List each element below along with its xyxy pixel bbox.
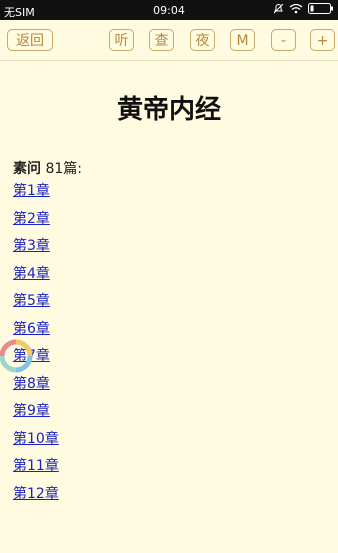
menu-button[interactable]: M — [230, 29, 255, 51]
list-item: 第8章 — [13, 373, 59, 401]
chapter-link[interactable]: 第6章 — [13, 321, 50, 337]
chapter-link[interactable]: 第2章 — [13, 211, 50, 227]
chapter-link[interactable]: 第3章 — [13, 238, 50, 254]
battery-icon — [308, 3, 333, 14]
search-button[interactable]: 查 — [149, 29, 174, 51]
status-bar: 无SIM 09:04 — [0, 0, 338, 20]
chapter-link[interactable]: 第4章 — [13, 266, 50, 282]
font-increase-button[interactable]: + — [310, 29, 335, 51]
chapter-link[interactable]: 第10章 — [13, 431, 59, 447]
loading-spinner-icon — [0, 339, 33, 373]
page-title: 黄帝内经 — [116, 95, 221, 125]
back-button[interactable]: 返回 — [7, 29, 53, 51]
night-mode-button[interactable]: 夜 — [190, 29, 215, 51]
section-name: 素问 — [13, 161, 41, 177]
section-header: 素问 81篇: — [13, 158, 82, 178]
list-item: 第10章 — [13, 428, 59, 456]
chapter-link[interactable]: 第11章 — [13, 458, 59, 474]
chapter-link[interactable]: 第1章 — [13, 183, 50, 199]
chapter-link[interactable]: 第8章 — [13, 376, 50, 392]
chapter-link[interactable]: 第12章 — [13, 486, 59, 502]
list-item: 第9章 — [13, 400, 59, 428]
chapter-link[interactable]: 第5章 — [13, 293, 50, 309]
list-item: 第5章 — [13, 290, 59, 318]
list-item: 第2章 — [13, 208, 59, 236]
font-decrease-button[interactable]: - — [271, 29, 296, 51]
list-item: 第11章 — [13, 455, 59, 483]
wifi-icon — [289, 3, 303, 14]
list-item: 第12章 — [13, 483, 59, 511]
list-item: 第1章 — [13, 180, 59, 208]
toolbar: 返回 听 查 夜 M - + — [0, 20, 338, 61]
alarm-icon — [273, 3, 284, 14]
listen-button[interactable]: 听 — [109, 29, 134, 51]
list-item: 第4章 — [13, 263, 59, 291]
list-item: 第3章 — [13, 235, 59, 263]
status-icons — [273, 3, 334, 14]
section-count: 81篇: — [45, 161, 82, 177]
chapter-link[interactable]: 第9章 — [13, 403, 50, 419]
